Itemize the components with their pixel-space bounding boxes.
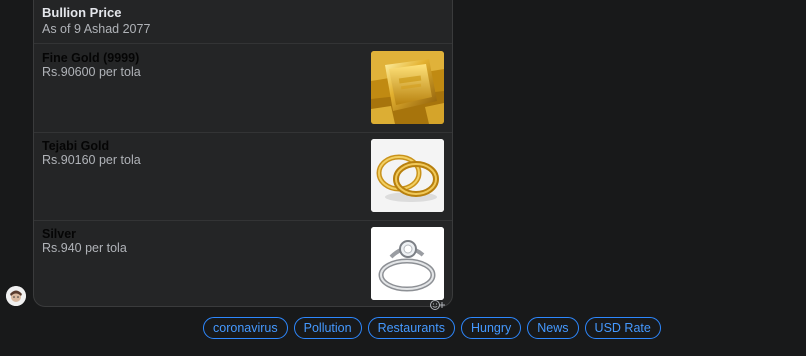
silver-ring-image[interactable] bbox=[371, 227, 444, 300]
list-item-silver[interactable]: Silver Rs.940 per tola bbox=[34, 227, 452, 306]
quick-reply-news[interactable]: News bbox=[527, 317, 579, 339]
card-title: Bullion Price bbox=[42, 5, 122, 20]
divider bbox=[34, 220, 452, 221]
item-price: Rs.90160 per tola bbox=[42, 153, 141, 167]
quick-reply-usd-rate[interactable]: USD Rate bbox=[584, 317, 661, 339]
quick-reply-restaurants[interactable]: Restaurants bbox=[367, 317, 455, 339]
list-item-fine-gold[interactable]: Fine Gold (9999) Rs.90600 per tola bbox=[34, 51, 452, 139]
item-name: Silver bbox=[42, 227, 77, 241]
gold-rings-image[interactable] bbox=[371, 139, 444, 212]
quick-reply-hungry[interactable]: Hungry bbox=[460, 317, 522, 339]
avatar[interactable] bbox=[6, 286, 26, 306]
quick-reply-coronavirus[interactable]: coronavirus bbox=[203, 317, 288, 339]
item-price: Rs.940 per tola bbox=[42, 241, 127, 255]
item-price: Rs.90600 per tola bbox=[42, 65, 141, 79]
divider bbox=[34, 132, 452, 133]
card-header: Bullion Price As of 9 Ashad 2077 bbox=[42, 5, 150, 36]
quick-replies: coronavirus Pollution Restaurants Hungry… bbox=[203, 317, 661, 339]
item-name: Tejabi Gold bbox=[42, 139, 110, 153]
card-subtitle: As of 9 Ashad 2077 bbox=[42, 22, 151, 36]
quick-reply-pollution[interactable]: Pollution bbox=[293, 317, 362, 339]
item-name: Fine Gold (9999) bbox=[42, 51, 140, 65]
divider bbox=[34, 43, 452, 44]
list-item-tejabi-gold[interactable]: Tejabi Gold Rs.90160 per tola bbox=[34, 139, 452, 227]
gold-bar-image[interactable] bbox=[371, 51, 444, 124]
add-reaction-icon[interactable] bbox=[429, 299, 449, 311]
bullion-price-card: Bullion Price As of 9 Ashad 2077 Fine Go… bbox=[33, 0, 453, 307]
